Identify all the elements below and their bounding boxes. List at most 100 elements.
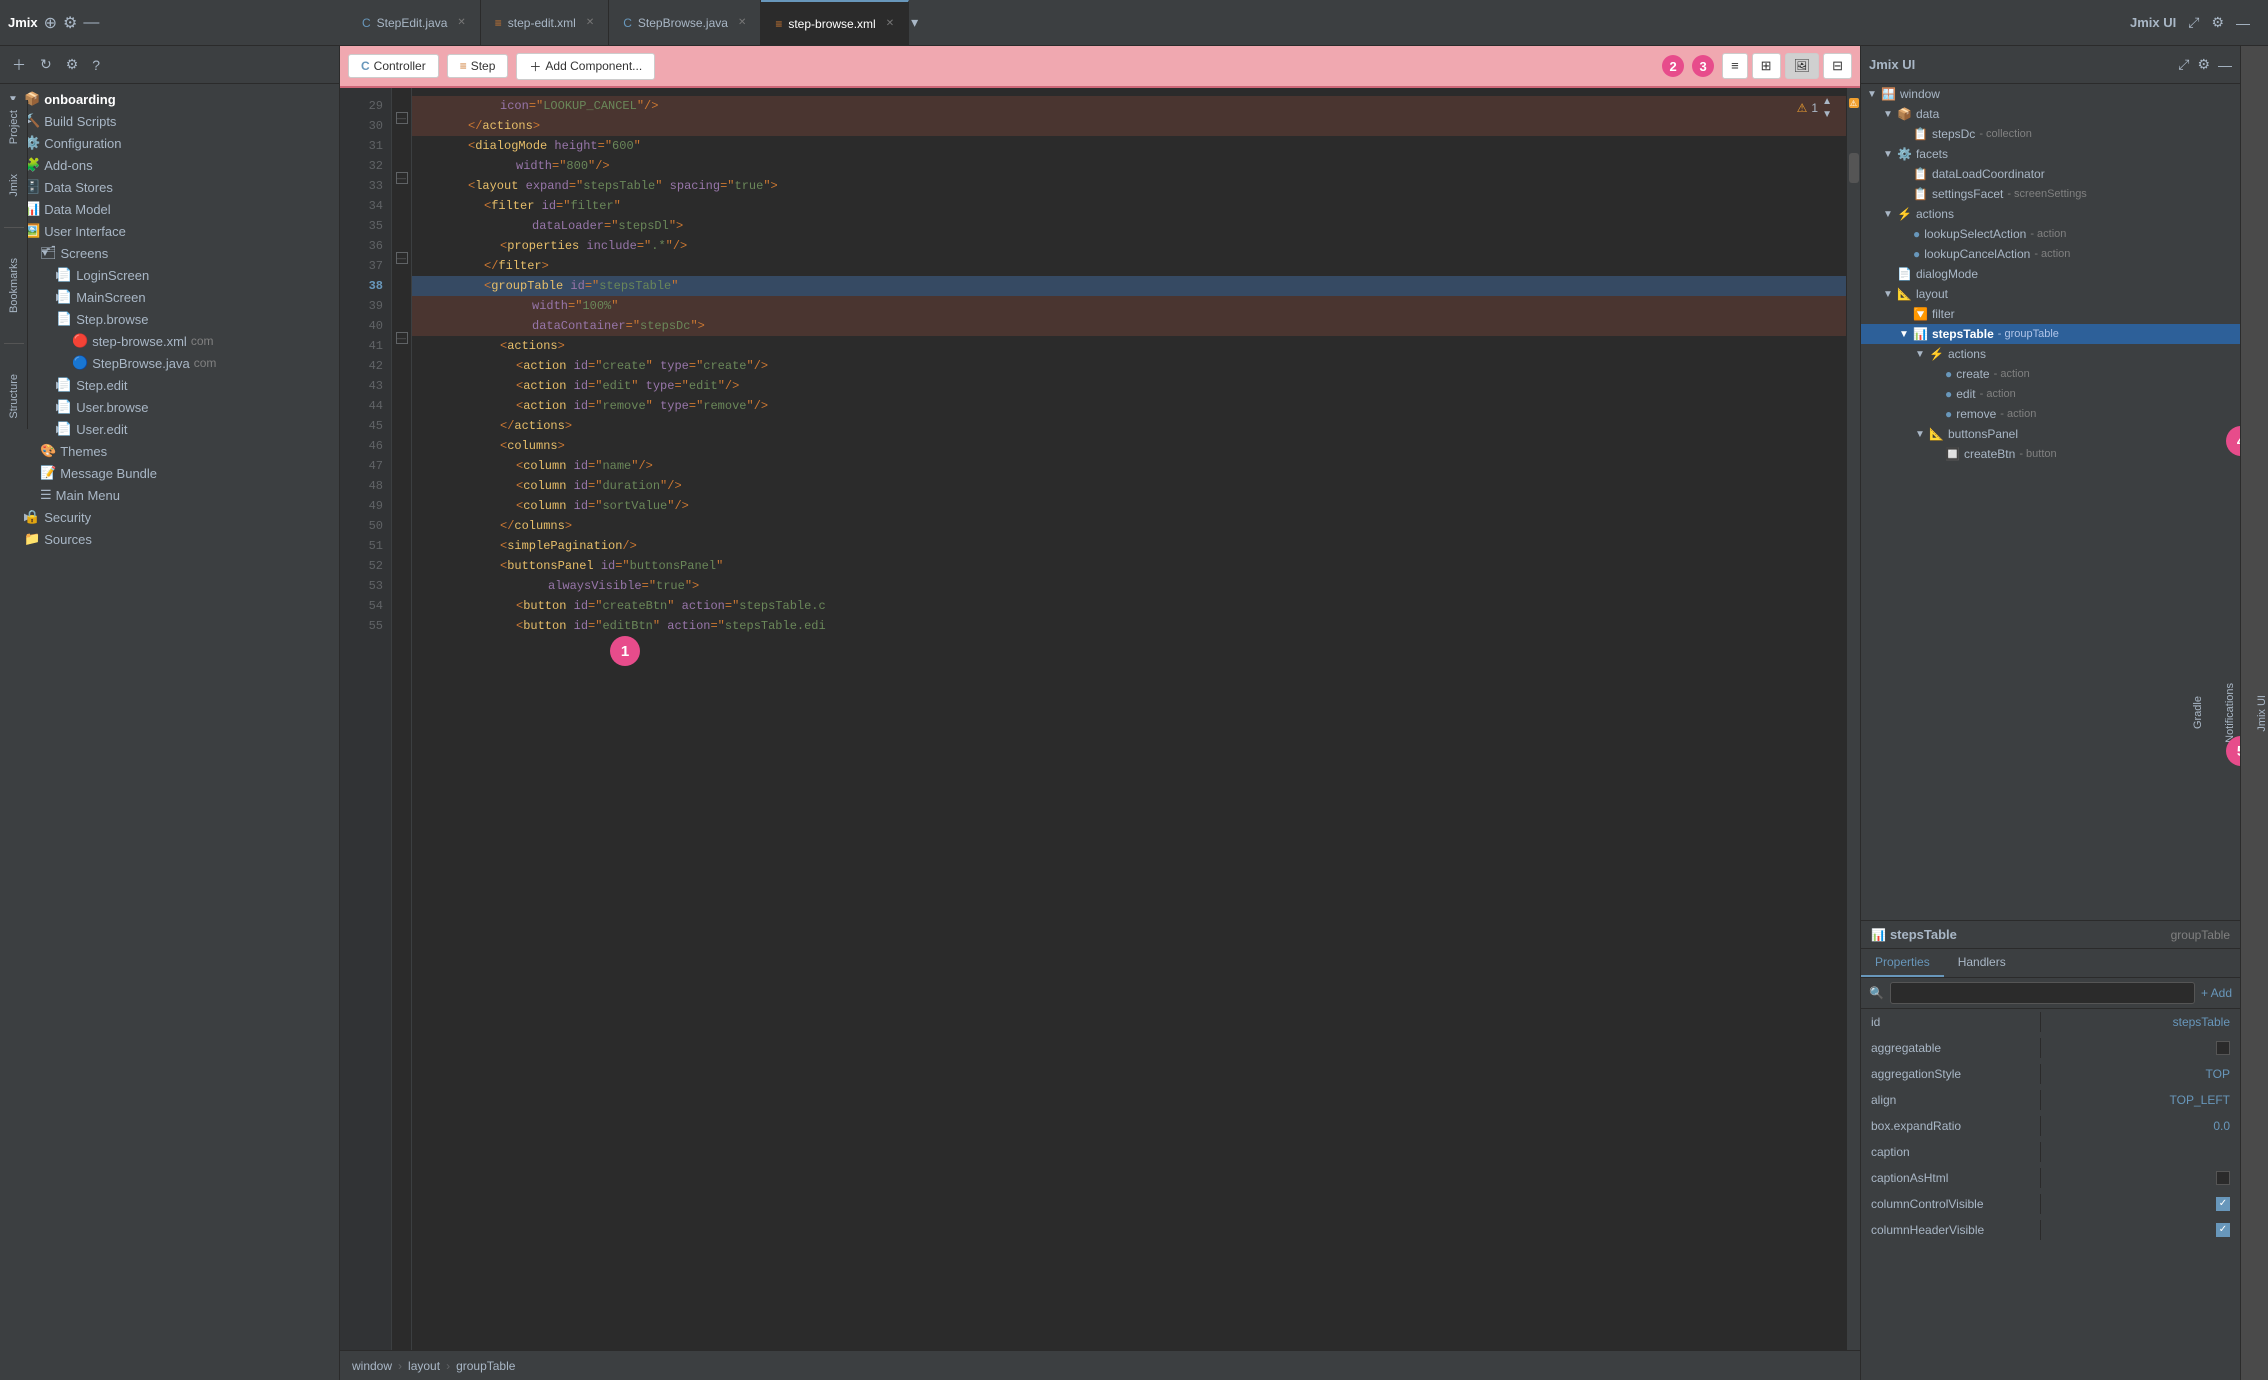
minimize-right-icon[interactable]: — xyxy=(2234,13,2252,33)
prop-value[interactable] xyxy=(2041,1220,2240,1240)
code-line-43[interactable]: <action id="edit" type="edit"/> xyxy=(412,376,1846,396)
captionashtml-checkbox[interactable] xyxy=(2216,1171,2230,1185)
sidebar-item-addons[interactable]: ▶ 🧩 Add-ons xyxy=(0,154,339,176)
structure-tab[interactable]: Structure xyxy=(8,374,20,419)
code-line-34[interactable]: <filter id="filter" xyxy=(412,196,1846,216)
ctree-dialogmode[interactable]: 📄 dialogMode xyxy=(1861,264,2240,284)
controller-btn[interactable]: C Controller xyxy=(348,54,439,78)
sidebar-item-userbrowse[interactable]: ▶ 📄 User.browse xyxy=(0,396,339,418)
columnheadervisible-checkbox[interactable] xyxy=(2216,1223,2230,1237)
code-line-48[interactable]: <column id="duration"/> xyxy=(412,476,1846,496)
more-tabs-btn[interactable]: ▾ xyxy=(909,12,920,33)
code-line-42[interactable]: <action id="create" type="create"/> xyxy=(412,356,1846,376)
sidebar-item-messagebundle[interactable]: 📝 Message Bundle xyxy=(0,462,339,484)
editor-scrollbar[interactable]: ⚠ xyxy=(1846,88,1860,1350)
columncontrolvisible-checkbox[interactable] xyxy=(2216,1197,2230,1211)
sidebar-item-mainscreen[interactable]: ▶ 📄 MainScreen xyxy=(0,286,339,308)
settings-icon[interactable]: ⚙ xyxy=(63,13,77,33)
refresh-btn[interactable]: ↻ xyxy=(36,54,56,75)
code-line-45[interactable]: </actions> xyxy=(412,416,1846,436)
ctree-stepsdc[interactable]: 📋 stepsDc - collection xyxy=(1861,124,2240,144)
prop-value[interactable]: TOP xyxy=(2041,1064,2240,1084)
label-gradle[interactable]: Gradle xyxy=(2192,696,2204,729)
prop-value[interactable] xyxy=(2041,1149,2240,1155)
tab-stepedidjava[interactable]: C StepEdit.java ✕ xyxy=(348,0,481,45)
sidebar-item-mainmenu[interactable]: ☰ Main Menu xyxy=(0,484,339,506)
gutter-fold2[interactable]: — xyxy=(392,168,411,188)
bookmarks-tab[interactable]: Bookmarks xyxy=(8,258,20,313)
sidebar-item-userinterface[interactable]: ▼ 🖼️ User Interface xyxy=(0,220,339,242)
ctree-remove[interactable]: ● remove - action xyxy=(1861,404,2240,424)
sidebar-item-buildscripts[interactable]: ▶ 🔨 Build Scripts xyxy=(0,110,339,132)
tab-close-icon[interactable]: ✕ xyxy=(586,17,594,28)
jmix-tab[interactable]: Jmix xyxy=(8,174,20,197)
code-line-37[interactable]: </filter> xyxy=(412,256,1846,276)
sidebar-item-stepbrowse[interactable]: ▼ 📄 Step.browse xyxy=(0,308,339,330)
sidebar-item-datastores[interactable]: ▶ 🗄️ Data Stores xyxy=(0,176,339,198)
ctree-edit[interactable]: ● edit - action xyxy=(1861,384,2240,404)
step-btn[interactable]: ≡ Step xyxy=(447,54,509,78)
tab-stepbrowsejava[interactable]: C StepBrowse.java ✕ xyxy=(609,0,761,45)
code-line-38[interactable]: <groupTable id="stepsTable" xyxy=(412,276,1846,296)
sidebar-item-security[interactable]: ▶ 🔒 Security xyxy=(0,506,339,528)
label-notifications[interactable]: Notifications xyxy=(2224,683,2236,743)
sidebar-item-configuration[interactable]: ▶ ⚙️ Configuration xyxy=(0,132,339,154)
prop-value[interactable] xyxy=(2041,1194,2240,1214)
code-line-40[interactable]: dataContainer="stepsDc"> xyxy=(412,316,1846,336)
settings-icon[interactable]: ⚙ xyxy=(2209,12,2226,33)
tab-stepeditxml[interactable]: ≡ step-edit.xml ✕ xyxy=(481,0,609,45)
code-line-36[interactable]: <properties include=".*"/> xyxy=(412,236,1846,256)
prop-value[interactable]: 0.0 xyxy=(2041,1116,2240,1136)
sidebar-item-useredit[interactable]: ▶ 📄 User.edit xyxy=(0,418,339,440)
minimize-panel-btn[interactable]: — xyxy=(2218,57,2232,73)
code-line-50[interactable]: </columns> xyxy=(412,516,1846,536)
breadcrumb-grouptable[interactable]: groupTable xyxy=(456,1359,515,1373)
project-icon[interactable]: ⊕ xyxy=(44,13,57,33)
code-line-54[interactable]: <button id="createBtn" action="stepsTabl… xyxy=(412,596,1846,616)
prop-value[interactable]: stepsTable xyxy=(2041,1012,2240,1032)
prop-value[interactable] xyxy=(2041,1168,2240,1188)
project-tab[interactable]: Project xyxy=(8,110,20,144)
code-line-52[interactable]: <buttonsPanel id="buttonsPanel" xyxy=(412,556,1846,576)
code-line-53[interactable]: alwaysVisible="true"> xyxy=(412,576,1846,596)
ctree-layout[interactable]: ▼ 📐 layout xyxy=(1861,284,2240,304)
ctree-data[interactable]: ▼ 📦 data xyxy=(1861,104,2240,124)
ctree-lookupselectaction[interactable]: ● lookupSelectAction - action xyxy=(1861,224,2240,244)
code-line-33[interactable]: <layout expand="stepsTable" spacing="tru… xyxy=(412,176,1846,196)
tab-stepbrowsexml[interactable]: ≡ step-browse.xml ✕ xyxy=(761,0,909,45)
sidebar-item-onboarding[interactable]: ▼ 📦 onboarding xyxy=(0,88,339,110)
sidebar-item-stepedit[interactable]: ▶ 📄 Step.edit xyxy=(0,374,339,396)
help-btn[interactable]: ? xyxy=(88,55,104,75)
code-line-51[interactable]: <simplePagination/> xyxy=(412,536,1846,556)
breadcrumb-window[interactable]: window xyxy=(352,1359,392,1373)
ctree-create[interactable]: ● create - action xyxy=(1861,364,2240,384)
sidebar-item-stepbrowsexml[interactable]: 🔴 step-browse.xml com xyxy=(0,330,339,352)
gutter-fold3[interactable]: — xyxy=(392,248,411,268)
code-line-31[interactable]: <dialogMode height="600" xyxy=(412,136,1846,156)
code-line-44[interactable]: <action id="remove" type="remove"/> xyxy=(412,396,1846,416)
props-search-input[interactable] xyxy=(1890,982,2195,1004)
tab-close-icon[interactable]: ✕ xyxy=(457,17,465,28)
code-line-30[interactable]: </actions> xyxy=(412,116,1846,136)
ctree-createbtn[interactable]: 🔲 createBtn - button xyxy=(1861,444,2240,464)
label-jmixui[interactable]: Jmix UI xyxy=(2256,695,2268,732)
aggregatable-checkbox[interactable] xyxy=(2216,1041,2230,1055)
image-view-btn[interactable]: 🖼 xyxy=(1785,53,1820,79)
ctree-buttonspanel[interactable]: ▼ 📐 buttonsPanel xyxy=(1861,424,2240,444)
code-line-46[interactable]: <columns> xyxy=(412,436,1846,456)
sidebar-item-datamodel[interactable]: ▶ 📊 Data Model xyxy=(0,198,339,220)
tab-close-icon[interactable]: ✕ xyxy=(738,17,746,28)
gutter-fold[interactable]: — xyxy=(392,108,411,128)
code-line-55[interactable]: <button id="editBtn" action="stepsTable.… xyxy=(412,616,1846,636)
ctree-stepstable[interactable]: ▼ 📊 stepsTable - groupTable xyxy=(1861,324,2240,344)
ctree-settingsfacet[interactable]: 📋 settingsFacet - screenSettings xyxy=(1861,184,2240,204)
add-prop-btn[interactable]: + Add xyxy=(2201,986,2232,1000)
prop-value[interactable] xyxy=(2041,1038,2240,1058)
ctree-actions-table[interactable]: ▼ ⚡ actions xyxy=(1861,344,2240,364)
tab-close-icon[interactable]: ✕ xyxy=(886,18,894,29)
tab-properties[interactable]: Properties xyxy=(1861,949,1944,977)
ctree-window[interactable]: ▼ 🪟 window xyxy=(1861,84,2240,104)
code-line-49[interactable]: <column id="sortValue"/> xyxy=(412,496,1846,516)
grid-view-btn[interactable]: ⊟ xyxy=(1823,53,1852,79)
ctree-dataloadcoordinator[interactable]: 📋 dataLoadCoordinator xyxy=(1861,164,2240,184)
